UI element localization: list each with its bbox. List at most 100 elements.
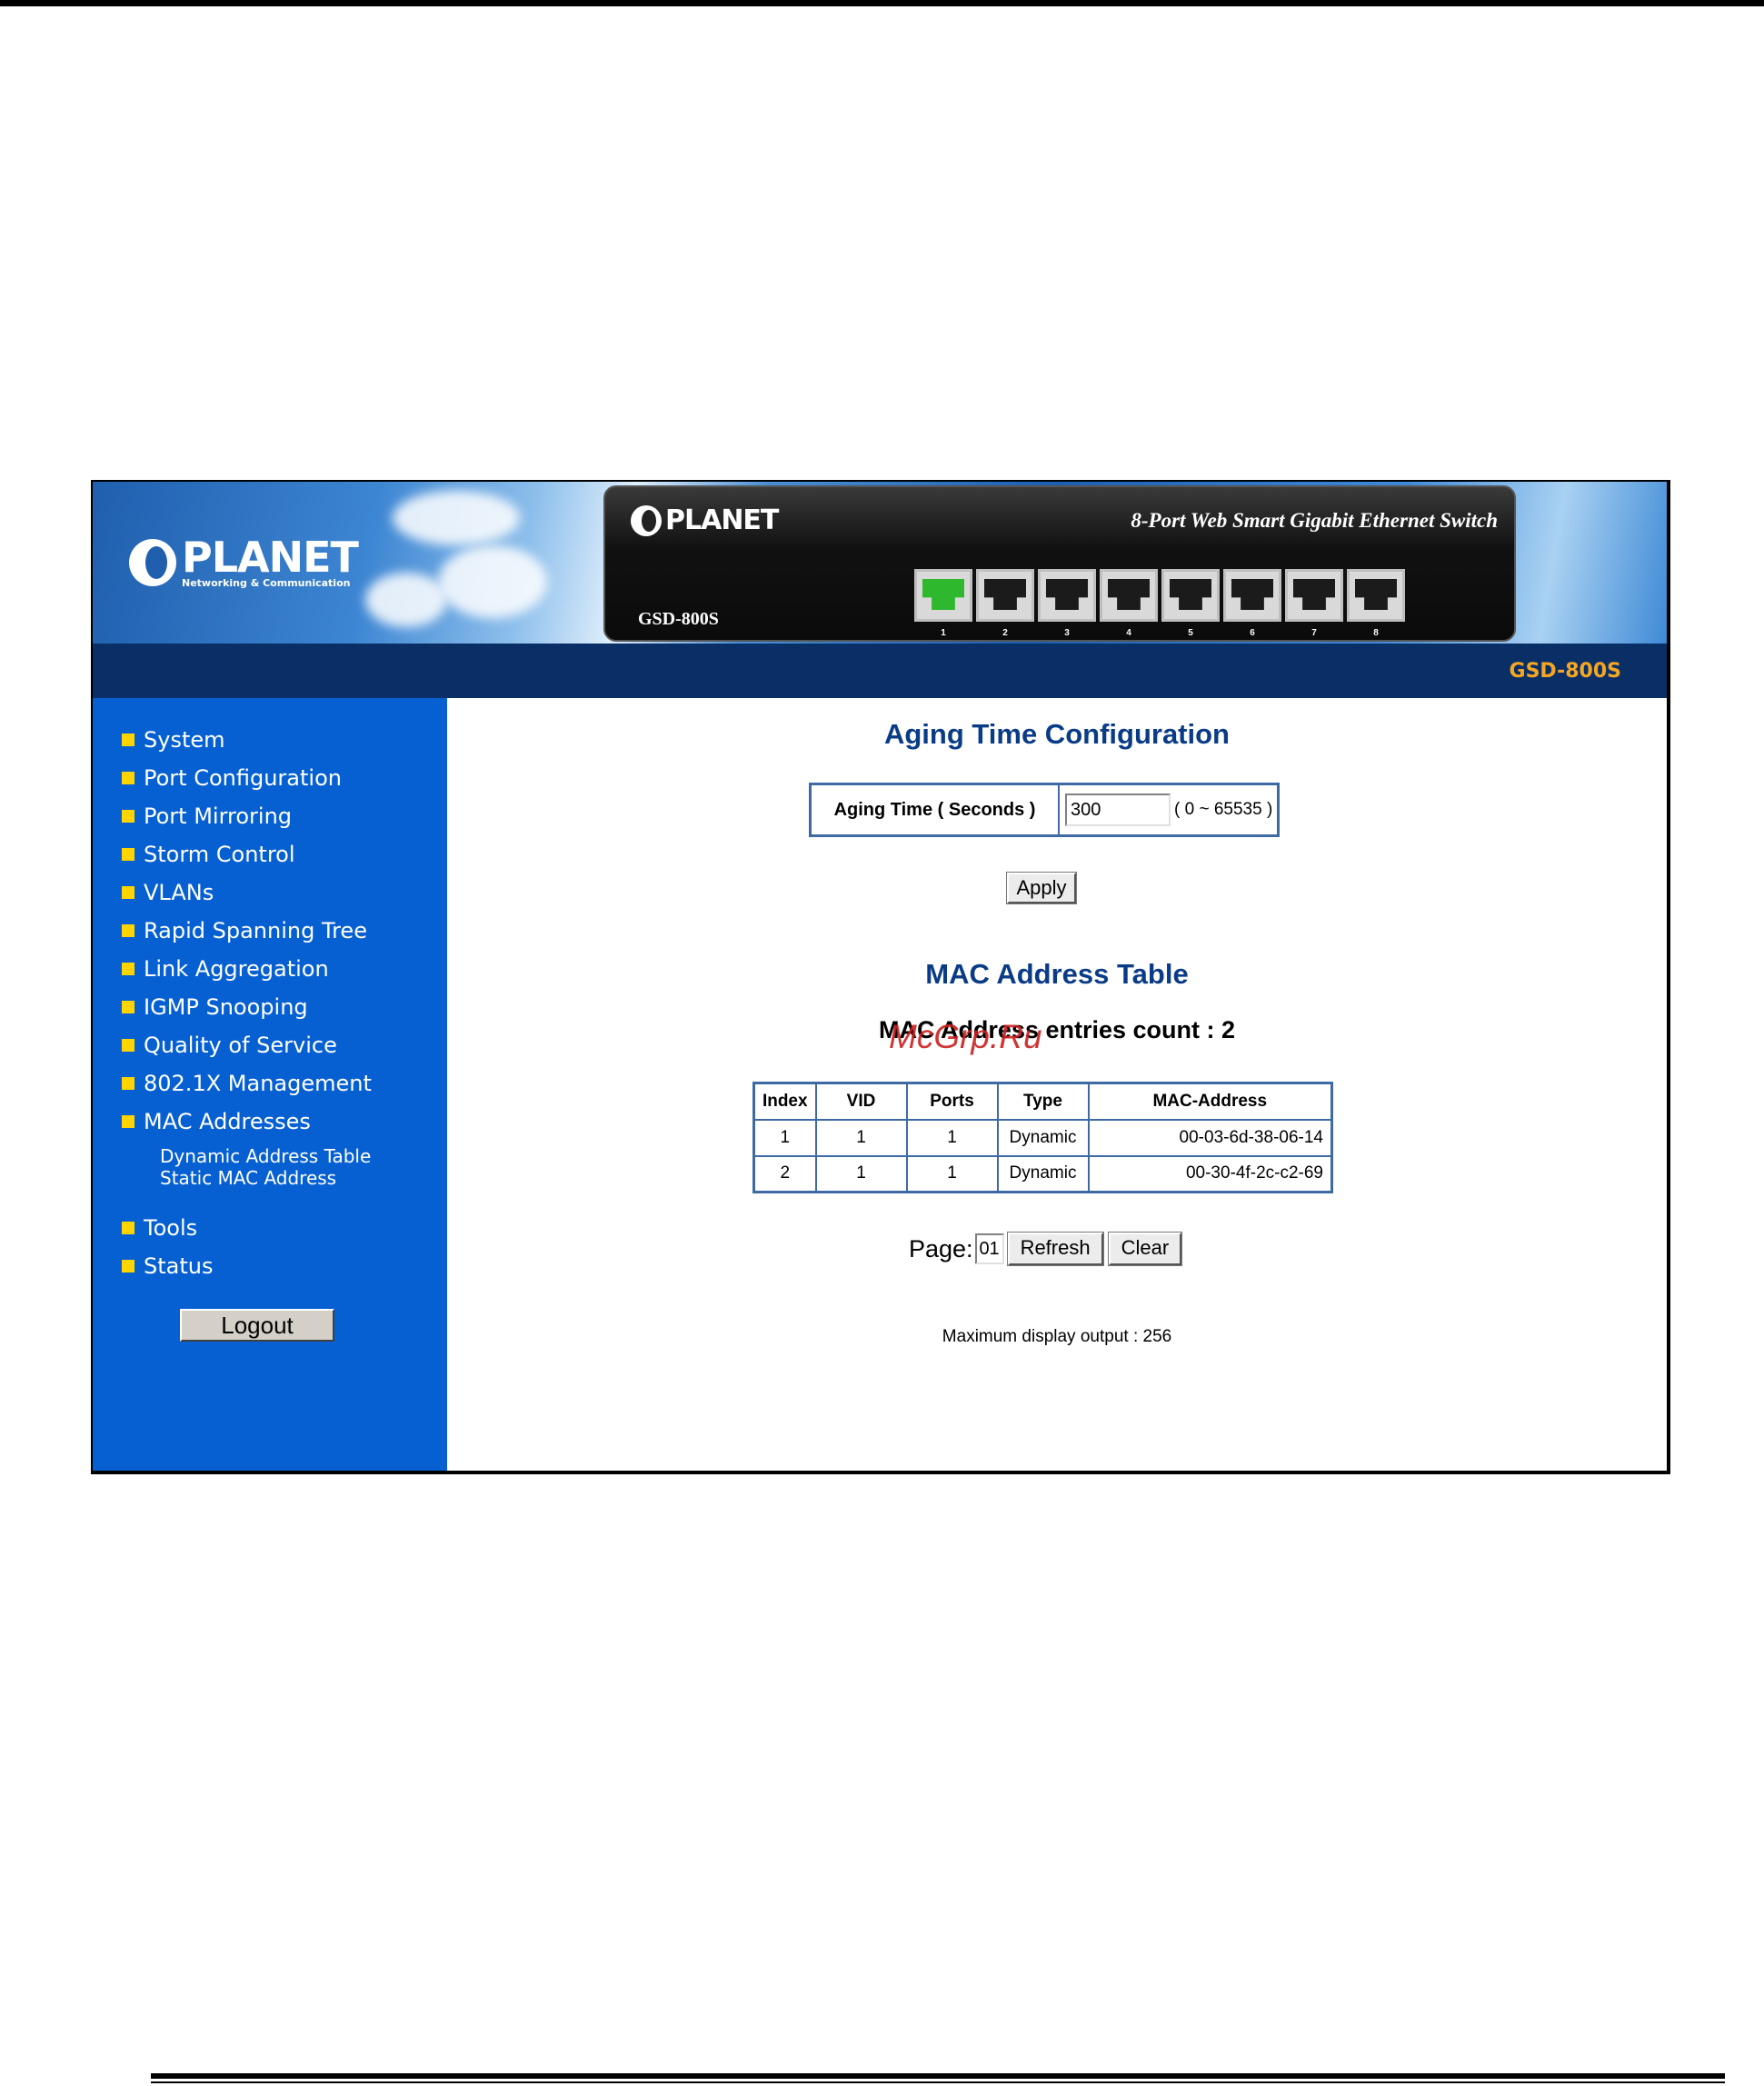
sidebar-item-label: Rapid Spanning Tree: [144, 918, 367, 943]
port-jack-icon: [984, 579, 1026, 610]
apply-button[interactable]: Apply: [1006, 872, 1077, 904]
clear-button[interactable]: Clear: [1107, 1232, 1183, 1266]
main-content: Aging Time Configuration Aging Time ( Se…: [447, 698, 1667, 1471]
table-row: 1 1 1 Dynamic 00-03-6d-38-06-14: [752, 1118, 1333, 1157]
page-label: Page:: [909, 1234, 973, 1263]
sidebar-item-label: IGMP Snooping: [144, 994, 308, 1020]
cloud-decoration: [438, 545, 547, 618]
sidebar-item-8021x-management[interactable]: 802.1X Management: [122, 1071, 372, 1096]
cell-mac-address: 00-30-4f-2c-c2-69: [1087, 1154, 1333, 1193]
bullet-icon: [122, 772, 135, 784]
aging-time-form: Aging Time ( Seconds ) 300 ( 0 ~ 65535 ): [809, 783, 1280, 837]
aging-time-input[interactable]: 300: [1065, 793, 1171, 826]
bullet-icon: [122, 1260, 135, 1273]
table-row: 2 1 1 Dynamic 00-30-4f-2c-c2-69: [752, 1154, 1333, 1193]
port-5-icon[interactable]: 5: [1161, 569, 1220, 638]
port-number: 8: [1373, 628, 1379, 638]
sidebar-item-label: 802.1X Management: [144, 1071, 372, 1096]
port-number: 1: [941, 628, 946, 638]
bottom-rule: [151, 2081, 1725, 2083]
port-4-icon[interactable]: 4: [1100, 569, 1158, 638]
port-jack-icon: [922, 579, 964, 610]
sidebar-item-label: Port Configuration: [144, 765, 342, 791]
port-number: 6: [1250, 628, 1255, 638]
switch-logo-icon: [631, 505, 662, 536]
port-8-icon[interactable]: 8: [1347, 569, 1405, 638]
switch-panel: PLANET 8-Port Web Smart Gigabit Ethernet…: [603, 485, 1516, 642]
column-header-mac-address: MAC-Address: [1087, 1082, 1333, 1121]
port-number: 3: [1064, 628, 1070, 638]
cloud-decoration: [365, 573, 447, 627]
port-7-icon[interactable]: 7: [1285, 569, 1343, 638]
bullet-icon: [122, 1001, 135, 1013]
sidebar-item-quality-of-service[interactable]: Quality of Service: [122, 1033, 337, 1058]
sidebar-item-storm-control[interactable]: Storm Control: [122, 842, 295, 867]
header-model-label: GSD-800S: [1509, 660, 1621, 683]
port-number: 7: [1311, 628, 1317, 638]
cell-vid: 1: [814, 1154, 908, 1193]
logout-button[interactable]: Logout: [180, 1309, 334, 1342]
cell-type: Dynamic: [996, 1118, 1090, 1157]
submenu-dynamic-address-table[interactable]: Dynamic Address Table: [160, 1145, 371, 1167]
bullet-icon: [122, 1039, 135, 1052]
cell-ports: 1: [905, 1154, 999, 1193]
column-header-ports: Ports: [905, 1082, 999, 1121]
entries-count: MAC Address entries count : 2: [878, 1016, 1236, 1043]
port-6-icon[interactable]: 6: [1223, 569, 1281, 638]
switch-brand: PLANET: [665, 504, 779, 536]
sidebar-item-vlans[interactable]: VLANs: [122, 880, 214, 905]
column-header-type: Type: [996, 1082, 1090, 1121]
bullet-icon: [122, 886, 135, 899]
bullet-icon: [122, 963, 135, 975]
port-2-icon[interactable]: 2: [976, 569, 1034, 638]
sidebar-item-tools[interactable]: Tools: [122, 1215, 197, 1241]
sidebar-item-label: VLANs: [144, 880, 214, 905]
refresh-button[interactable]: Refresh: [1006, 1232, 1104, 1266]
bullet-icon: [122, 810, 135, 823]
port-jack-icon: [1293, 579, 1335, 610]
sidebar-item-system[interactable]: System: [122, 727, 225, 753]
aging-time-label: Aging Time ( Seconds ): [812, 785, 1060, 834]
sidebar-item-link-aggregation[interactable]: Link Aggregation: [122, 956, 329, 982]
bullet-icon: [122, 848, 135, 861]
submenu-static-mac-address[interactable]: Static MAC Address: [160, 1167, 336, 1189]
sidebar-item-label: System: [144, 727, 225, 753]
cell-index: 1: [752, 1118, 817, 1157]
brand-tagline: Networking & Communication: [182, 577, 351, 589]
max-display-output: Maximum display output : 256: [942, 1327, 1172, 1346]
sidebar-item-mac-addresses[interactable]: MAC Addresses: [122, 1109, 311, 1134]
browser-frame: PLANET Networking & Communication PLANET…: [91, 480, 1670, 1474]
bullet-icon: [122, 924, 135, 937]
sidebar-item-port-configuration[interactable]: Port Configuration: [122, 765, 342, 791]
page-select[interactable]: 01: [974, 1233, 1004, 1264]
cloud-decoration: [393, 491, 520, 545]
bullet-icon: [122, 1115, 135, 1128]
bullet-icon: [122, 734, 135, 746]
sidebar-item-label: Quality of Service: [144, 1033, 337, 1058]
bullet-icon: [122, 1222, 135, 1234]
cell-type: Dynamic: [996, 1154, 1090, 1193]
top-rule: [0, 0, 1764, 6]
port-3-icon[interactable]: 3: [1038, 569, 1096, 638]
brand-name: PLANET: [182, 533, 359, 582]
sidebar-item-status[interactable]: Status: [122, 1253, 213, 1279]
column-header-index: Index: [752, 1082, 817, 1121]
bottom-rule: [151, 2073, 1725, 2079]
port-number: 2: [1002, 628, 1008, 638]
port-jack-icon: [1046, 579, 1088, 610]
sidebar-item-label: Link Aggregation: [144, 956, 329, 982]
header-bar: GSD-800S: [93, 644, 1667, 698]
planet-logo-icon: [129, 539, 176, 586]
mac-table-title: MAC Address Table: [925, 958, 1189, 990]
switch-model: GSD-800S: [638, 609, 719, 629]
port-number: 5: [1188, 628, 1193, 638]
mac-address-table: Index VID Ports Type MAC-Address 1 1 1 D…: [752, 1082, 1333, 1193]
sidebar-item-rapid-spanning-tree[interactable]: Rapid Spanning Tree: [122, 918, 367, 943]
pagination-row: Page: 01 Refresh Clear: [909, 1232, 1187, 1266]
aging-title: Aging Time Configuration: [883, 718, 1230, 750]
port-1-icon[interactable]: 1: [914, 569, 972, 638]
sidebar-item-label: MAC Addresses: [144, 1109, 311, 1134]
sidebar-item-igmp-snooping[interactable]: IGMP Snooping: [122, 994, 308, 1020]
column-header-vid: VID: [814, 1082, 908, 1121]
sidebar-item-port-mirroring[interactable]: Port Mirroring: [122, 803, 292, 829]
